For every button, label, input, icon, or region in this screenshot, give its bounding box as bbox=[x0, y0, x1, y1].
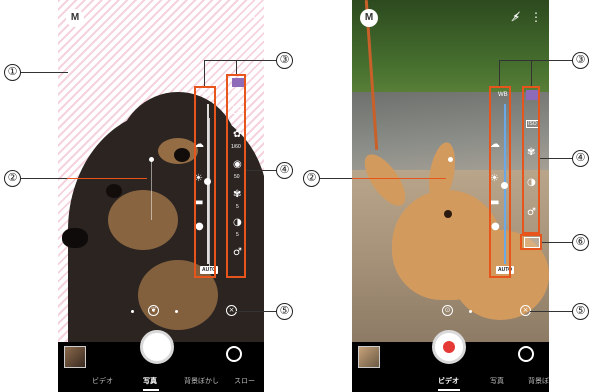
callout-2-leader bbox=[21, 178, 67, 179]
flash-off-icon[interactable]: ⚡̸ bbox=[512, 10, 520, 24]
mode-dot[interactable] bbox=[131, 310, 134, 313]
mode-dot[interactable] bbox=[469, 310, 472, 313]
stabilizer-icon[interactable]: ⊙ bbox=[442, 305, 453, 316]
shutter-button[interactable] bbox=[140, 330, 174, 364]
more-icon[interactable]: ⋮ bbox=[248, 10, 260, 24]
mode-photo[interactable]: 写真 bbox=[490, 376, 504, 386]
callout-4-leader bbox=[540, 158, 572, 159]
callout-3-drop-left bbox=[204, 60, 205, 86]
dog-nose bbox=[62, 228, 88, 248]
callout-1-leader bbox=[21, 72, 68, 73]
rabbit-eye bbox=[444, 210, 452, 218]
callout-3-drop-right bbox=[236, 60, 237, 74]
callout-3-drop-right bbox=[531, 60, 532, 86]
callout-4: ④ bbox=[276, 162, 293, 179]
switch-camera-icon[interactable] bbox=[518, 346, 534, 362]
active-mode-underline bbox=[143, 389, 159, 391]
callout-3-leader bbox=[204, 60, 276, 61]
mode-slow[interactable]: スロー bbox=[234, 376, 255, 386]
record-dot-icon bbox=[443, 341, 455, 353]
callout-5: ⑤ bbox=[276, 303, 293, 320]
highlight-video-size bbox=[520, 234, 542, 250]
callout-5-leader bbox=[236, 311, 276, 312]
mode-background-blur[interactable]: 背景ぼ bbox=[528, 376, 549, 386]
more-icon[interactable]: ⋮ bbox=[530, 10, 542, 24]
account-avatar[interactable]: M bbox=[66, 9, 84, 27]
dog-muzzle bbox=[108, 190, 178, 250]
mode-video[interactable]: ビデオ bbox=[438, 376, 459, 386]
focus-vertical-guide bbox=[151, 162, 152, 220]
callout-2-marker bbox=[352, 178, 446, 179]
callout-2-leader bbox=[320, 178, 352, 179]
callout-6-leader bbox=[542, 242, 572, 243]
highlight-wb-slider bbox=[194, 86, 216, 278]
callout-2: ② bbox=[303, 170, 320, 187]
highlight-settings-column bbox=[226, 74, 246, 278]
account-avatar[interactable]: M bbox=[360, 9, 378, 27]
dog-eye-right bbox=[174, 148, 190, 162]
camera-bottom-bar: ビデオ 写真 背景ぼ bbox=[352, 330, 549, 392]
bokeh-icon[interactable]: ❦ bbox=[148, 305, 159, 316]
switch-camera-icon[interactable] bbox=[226, 346, 242, 362]
active-mode-underline bbox=[438, 389, 460, 391]
mode-selector: ビデオ 写真 背景ぼかし スロー bbox=[58, 376, 264, 388]
callout-2: ② bbox=[4, 170, 21, 187]
callout-3: ③ bbox=[572, 52, 589, 69]
mode-dot[interactable] bbox=[175, 310, 178, 313]
gallery-thumbnail[interactable] bbox=[358, 346, 380, 368]
callout-3-drop-left bbox=[499, 60, 500, 86]
callout-2-marker bbox=[67, 178, 147, 179]
highlight-wb-slider bbox=[489, 86, 511, 278]
callout-5-leader bbox=[530, 311, 572, 312]
dog-eye-left bbox=[106, 184, 122, 198]
mode-photo[interactable]: 写真 bbox=[143, 376, 157, 386]
mode-video[interactable]: ビデオ bbox=[92, 376, 113, 386]
mode-selector: ビデオ 写真 背景ぼ bbox=[352, 376, 549, 388]
flash-icon[interactable]: ⚡ bbox=[230, 10, 238, 24]
mode-background-blur[interactable]: 背景ぼかし bbox=[184, 376, 219, 386]
callout-4: ④ bbox=[572, 150, 589, 167]
callout-3-leader bbox=[499, 60, 572, 61]
phone-screen-video-mode: M ⚡̸ ⋮ WB ☁ ☀ ▬ ● AUTO ISO ✾ ◑ ♂ ⊙ × ビデオ… bbox=[352, 0, 549, 392]
callout-4-leader bbox=[246, 170, 276, 171]
highlight-settings-column bbox=[522, 86, 540, 234]
callout-1: ① bbox=[4, 64, 21, 81]
camera-bottom-bar: ビデオ 写真 背景ぼかし スロー bbox=[58, 330, 264, 392]
callout-5: ⑤ bbox=[572, 303, 589, 320]
gallery-thumbnail[interactable] bbox=[64, 346, 86, 368]
focus-point[interactable] bbox=[448, 157, 453, 162]
callout-3: ③ bbox=[276, 52, 293, 69]
callout-6: ⑥ bbox=[572, 234, 589, 251]
